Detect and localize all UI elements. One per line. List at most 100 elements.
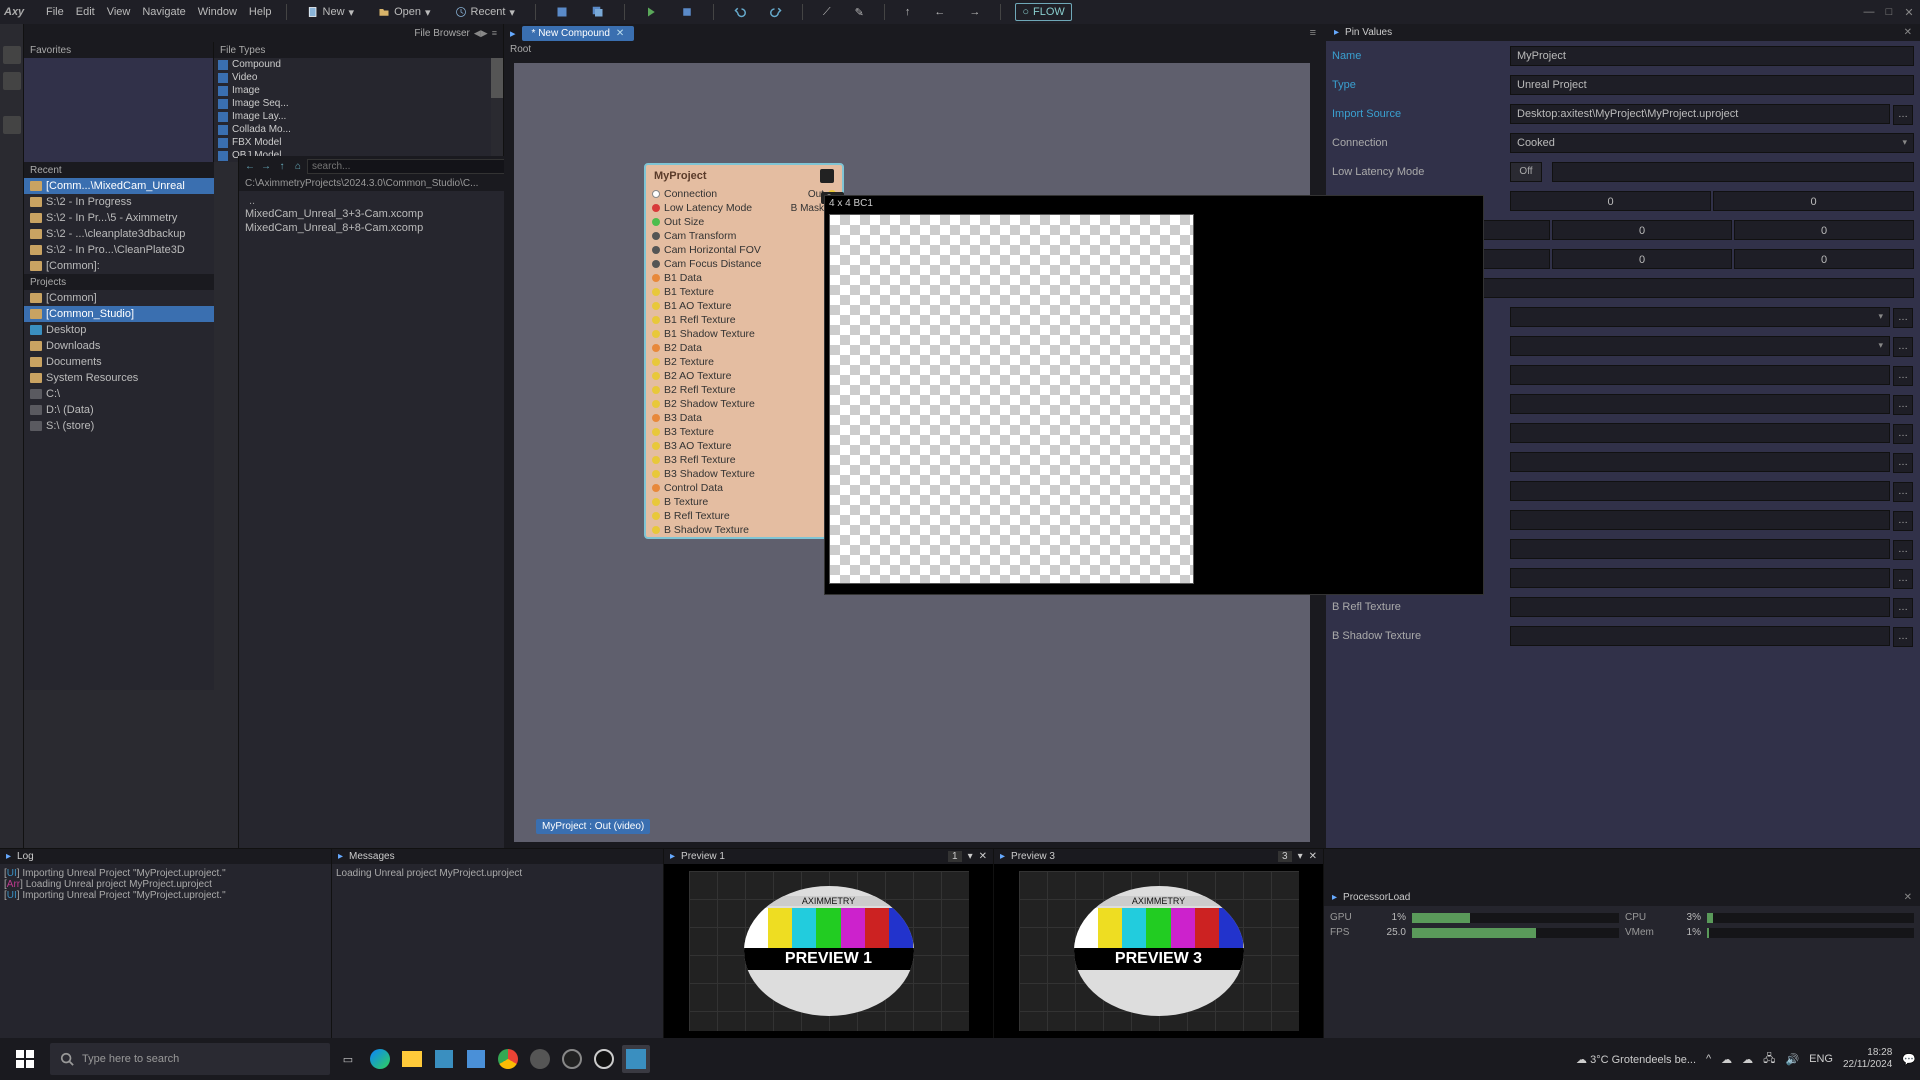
connection-combo[interactable]: Cooked [1510, 133, 1914, 153]
recent-item[interactable]: [Comm...\MixedCam_Unreal [24, 178, 214, 194]
tab-close-icon[interactable]: ✕ [616, 28, 624, 39]
expand-icon[interactable]: ▸ [1334, 27, 1339, 38]
new-button[interactable]: New ▾ [301, 4, 361, 21]
stop-icon[interactable] [675, 4, 699, 20]
file-type-item[interactable]: Collada Mo... [214, 123, 503, 136]
taskbar-search[interactable]: Type here to search [50, 1043, 330, 1075]
file-up[interactable]: .. [245, 195, 522, 207]
home-icon[interactable]: ⌂ [291, 159, 305, 173]
back-icon[interactable]: ← [243, 159, 257, 173]
dock-icon-3[interactable] [3, 116, 21, 134]
maximize-icon[interactable]: □ [1882, 6, 1896, 19]
tool-icon-a[interactable]: ⟋ [817, 4, 837, 21]
save-all-icon[interactable] [586, 4, 610, 20]
nav-back-icon[interactable]: ← [928, 4, 951, 20]
import-field[interactable]: Desktop:axitest\MyProject\MyProject.upro… [1510, 104, 1890, 124]
edge-icon[interactable] [366, 1045, 394, 1073]
weather-widget[interactable]: ☁ 3°C Grotendeels be... [1576, 1053, 1696, 1066]
task-view-icon[interactable]: ▭ [334, 1045, 362, 1073]
mail-icon[interactable] [462, 1045, 490, 1073]
file-type-item[interactable]: FBX Model [214, 136, 503, 149]
nav-up-icon[interactable]: ↑ [899, 4, 917, 20]
menu-edit[interactable]: Edit [76, 6, 95, 18]
menu-view[interactable]: View [107, 6, 131, 18]
play-icon[interactable] [639, 4, 663, 20]
lang-indicator[interactable]: ENG [1809, 1053, 1833, 1065]
browse-button[interactable]: … [1893, 105, 1913, 125]
recent-item[interactable]: S:\2 - In Pr...\5 - Aximmetry [24, 210, 214, 226]
fwd-icon[interactable]: → [259, 159, 273, 173]
minimize-icon[interactable]: — [1862, 6, 1876, 19]
aximmetry-icon[interactable] [622, 1045, 650, 1073]
redo-icon[interactable] [764, 4, 788, 20]
tool-icon-b[interactable]: ✎ [849, 4, 870, 21]
compound-node[interactable]: MyProject Out ConnectionOut Low Latency … [644, 163, 844, 539]
project-item[interactable]: [Common] [24, 290, 214, 306]
project-item[interactable]: S:\ (store) [24, 418, 214, 434]
start-button[interactable] [4, 1038, 46, 1080]
save-icon[interactable] [550, 4, 574, 20]
menu-file[interactable]: File [46, 6, 64, 18]
tab-chev-icon[interactable]: ▸ [506, 27, 520, 40]
off-toggle[interactable]: Off [1510, 162, 1542, 182]
dock-icon-1[interactable] [3, 46, 21, 64]
panel-close-icon[interactable]: ✕ [1904, 27, 1912, 38]
onedrive-icon[interactable]: ☁ [1742, 1053, 1753, 1066]
scrollbar[interactable] [491, 58, 503, 162]
open-button[interactable]: Open ▾ [372, 4, 436, 21]
recent-item[interactable]: S:\2 - ...\cleanplate3dbackup [24, 226, 214, 242]
file-type-item[interactable]: Compound [214, 58, 503, 71]
flow-button[interactable]: ○ FLOW [1015, 3, 1071, 21]
close-icon[interactable]: ✕ [1902, 6, 1916, 19]
preview-3-body[interactable]: AXIMMETRY PREVIEW 3 [994, 864, 1323, 1038]
outsize-y[interactable]: 0 [1713, 191, 1914, 211]
expand-icon[interactable]: ▸ [6, 851, 11, 862]
menu-window[interactable]: Window [198, 6, 237, 18]
tray-chevron-icon[interactable]: ^ [1706, 1053, 1711, 1065]
volume-icon[interactable]: 🔊 [1785, 1053, 1799, 1066]
file-type-item[interactable]: Image Lay... [214, 110, 503, 123]
compound-tab[interactable]: * New Compound✕ [522, 26, 635, 41]
recent-item[interactable]: [Common]: [24, 258, 214, 274]
app-icon-1[interactable] [526, 1045, 554, 1073]
file-type-item[interactable]: Image [214, 84, 503, 97]
app-icon-2[interactable] [558, 1045, 586, 1073]
explorer-icon[interactable] [398, 1045, 426, 1073]
preview-1-body[interactable]: AXIMMETRY PREVIEW 1 [664, 864, 993, 1038]
collapse-icon[interactable]: ◀▶ [474, 28, 488, 39]
notifications-icon[interactable]: 💬 [1902, 1053, 1916, 1066]
file-type-item[interactable]: Image Seq... [214, 97, 503, 110]
network-icon[interactable]: 🖧 [1763, 1050, 1775, 1069]
recent-item[interactable]: S:\2 - In Pro...\CleanPlate3D [24, 242, 214, 258]
node-canvas[interactable]: MyProject Out ConnectionOut Low Latency … [504, 57, 1320, 848]
file-item[interactable]: MixedCam_Unreal_8+8-Cam.xcomp [245, 221, 522, 235]
menu-navigate[interactable]: Navigate [142, 6, 185, 18]
project-item[interactable]: System Resources [24, 370, 214, 386]
menu-icon[interactable]: ≡ [492, 28, 497, 38]
undo-icon[interactable] [728, 4, 752, 20]
expand-icon[interactable]: ▸ [338, 851, 343, 862]
store-icon[interactable] [430, 1045, 458, 1073]
project-item[interactable]: D:\ (Data) [24, 402, 214, 418]
tray-icon[interactable]: ☁ [1721, 1053, 1732, 1066]
project-item[interactable]: [Common_Studio] [24, 306, 214, 322]
node-gear-icon[interactable] [820, 169, 834, 183]
dock-icon-2[interactable] [3, 72, 21, 90]
nav-fwd-icon[interactable]: → [963, 4, 986, 20]
unreal-icon[interactable] [590, 1045, 618, 1073]
chrome-icon[interactable] [494, 1045, 522, 1073]
recent-button[interactable]: Recent ▾ [449, 4, 521, 21]
outsize-x[interactable]: 0 [1510, 191, 1711, 211]
name-field[interactable]: MyProject [1510, 46, 1914, 66]
clock[interactable]: 18:28 22/11/2024 [1843, 1047, 1892, 1071]
tab-menu-icon[interactable]: ≡ [1306, 27, 1320, 39]
project-item[interactable]: Downloads [24, 338, 214, 354]
file-type-item[interactable]: Video [214, 71, 503, 84]
recent-item[interactable]: S:\2 - In Progress [24, 194, 214, 210]
file-item[interactable]: MixedCam_Unreal_3+3-Cam.xcomp [245, 207, 522, 221]
up-icon[interactable]: ↑ [275, 159, 289, 173]
project-item[interactable]: C:\ [24, 386, 214, 402]
project-item[interactable]: Documents [24, 354, 214, 370]
menu-help[interactable]: Help [249, 6, 272, 18]
search-input[interactable] [307, 159, 505, 174]
